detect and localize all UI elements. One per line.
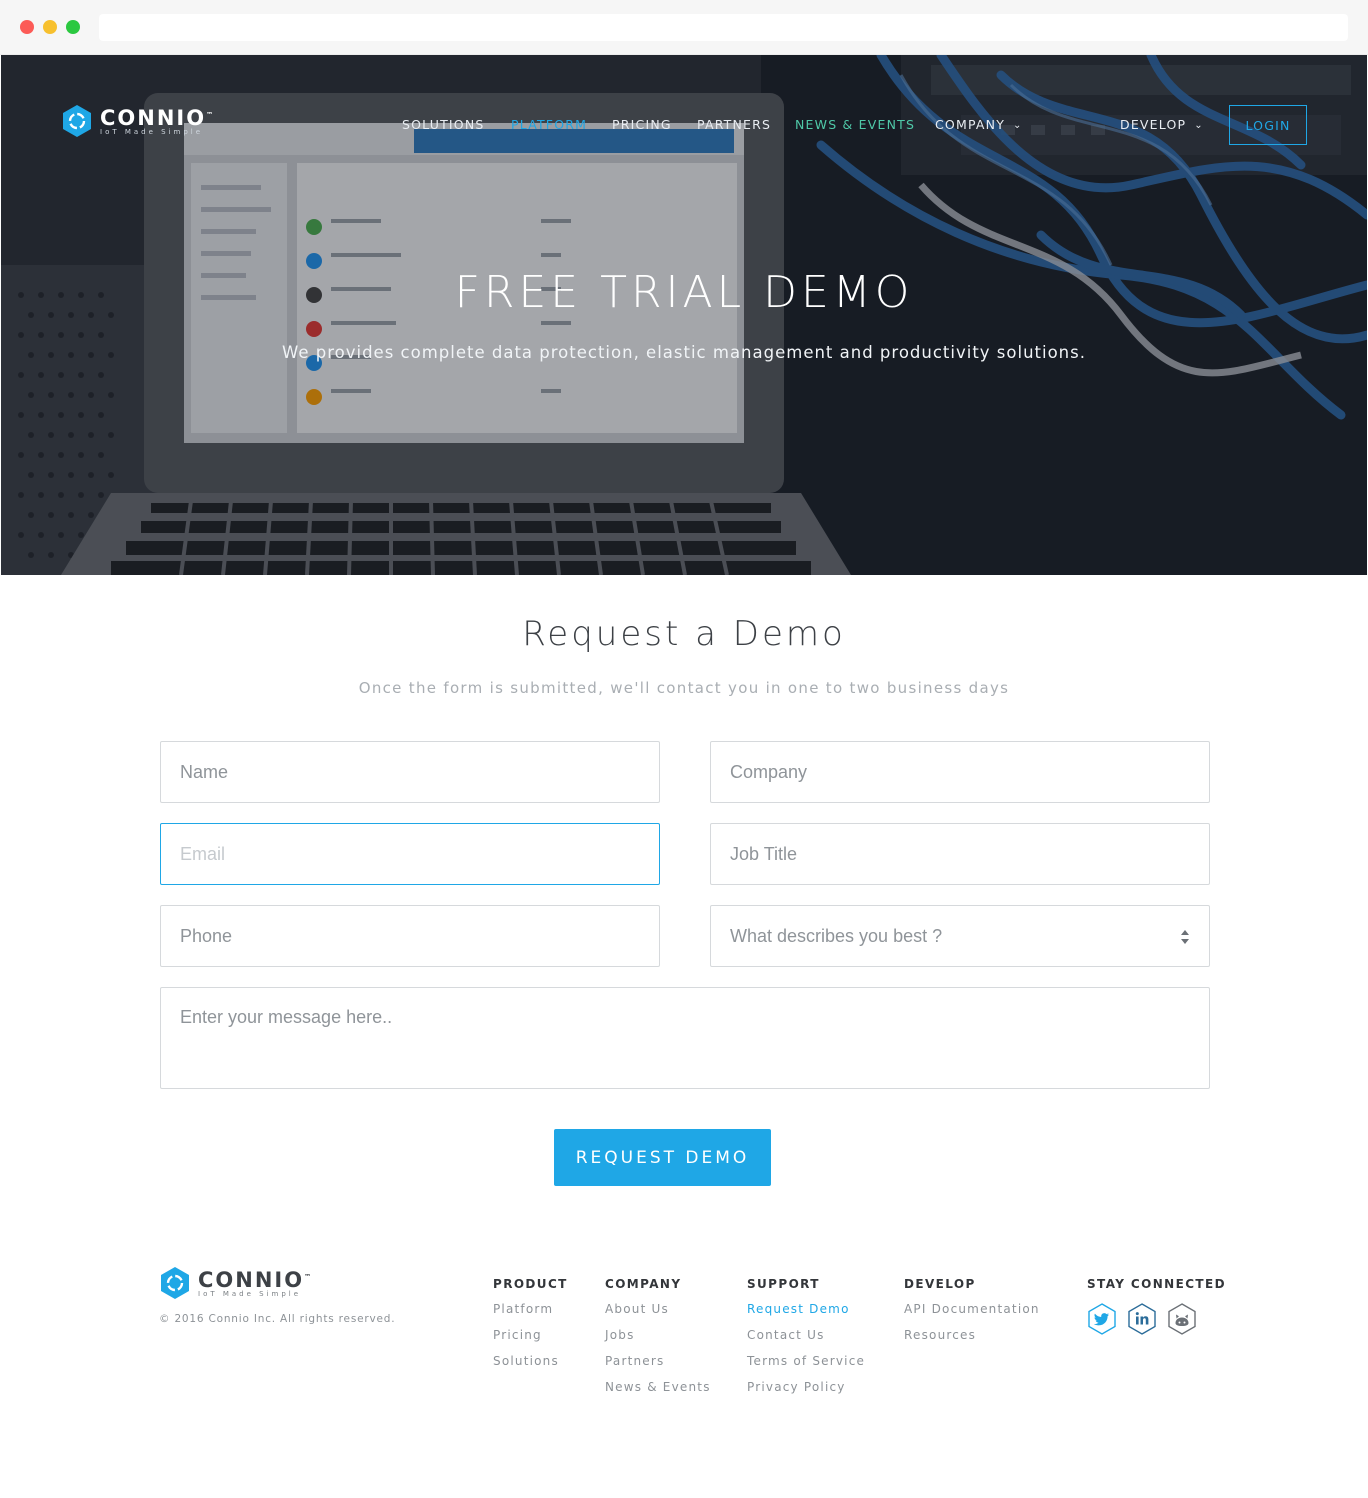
nav-platform[interactable]: PLATFORM [511, 117, 587, 132]
brand-name: CONNIO [100, 106, 207, 130]
footer-link-jobs[interactable]: Jobs [605, 1328, 711, 1354]
phone-input[interactable] [161, 906, 659, 966]
form-title: Request a Demo [522, 614, 846, 654]
nav-partners[interactable]: PARTNERS [697, 117, 771, 132]
message-textarea[interactable] [161, 988, 1209, 1088]
footer-heading-support: SUPPORT [747, 1277, 820, 1291]
close-window-dot[interactable] [20, 20, 34, 34]
footer-brand-trademark: ™ [304, 1273, 314, 1281]
describe-select[interactable]: What describes you best ? [710, 905, 1210, 967]
form-subtitle: Once the form is submitted, we'll contac… [358, 679, 1010, 697]
footer-link-pricing[interactable]: Pricing [493, 1328, 568, 1354]
footer-column-develop: DEVELOP API Documentation Resources [904, 1277, 1040, 1354]
footer-column-support: SUPPORT Request Demo Contact Us Terms of… [747, 1277, 865, 1406]
footer-link-privacy-policy[interactable]: Privacy Policy [747, 1380, 865, 1406]
nav-develop[interactable]: DEVELOP ⌄ [1120, 117, 1204, 132]
select-arrows-icon [1181, 930, 1189, 944]
nav-pricing[interactable]: PRICING [612, 117, 672, 132]
connio-logo-icon [161, 1267, 189, 1299]
footer-link-platform[interactable]: Platform [493, 1302, 568, 1328]
footer-link-partners[interactable]: Partners [605, 1354, 711, 1380]
nav-news-events[interactable]: NEWS & EVENTS [795, 117, 915, 132]
job-title-field [710, 823, 1210, 885]
maximize-window-dot[interactable] [66, 20, 80, 34]
footer-heading-company: COMPANY [605, 1277, 682, 1291]
footer-heading-product: PRODUCT [493, 1277, 568, 1291]
name-input[interactable] [161, 742, 659, 802]
github-icon[interactable] [1166, 1303, 1198, 1335]
footer-link-request-demo[interactable]: Request Demo [747, 1302, 865, 1328]
address-bar[interactable] [99, 14, 1348, 41]
phone-field [160, 905, 660, 967]
nav-develop-label: DEVELOP [1120, 117, 1187, 132]
footer-column-social: STAY CONNECTED [1087, 1277, 1226, 1302]
name-field [160, 741, 660, 803]
message-field [160, 987, 1210, 1089]
email-field [160, 823, 660, 885]
footer-column-company: COMPANY About Us Jobs Partners News & Ev… [605, 1277, 711, 1406]
footer-link-resources[interactable]: Resources [904, 1328, 1040, 1354]
company-input[interactable] [711, 742, 1209, 802]
email-input[interactable] [161, 824, 659, 884]
browser-chrome [0, 0, 1368, 55]
footer-heading-develop: DEVELOP [904, 1277, 976, 1291]
hero-subtitle: We provides complete data protection, el… [282, 343, 1086, 362]
chevron-down-icon: ⌄ [1194, 120, 1204, 131]
copyright-text: © 2016 Connio Inc. All rights reserved. [159, 1313, 396, 1325]
login-button[interactable]: LOGIN [1229, 105, 1307, 145]
request-demo-button[interactable]: REQUEST DEMO [554, 1129, 771, 1186]
footer-link-about-us[interactable]: About Us [605, 1302, 711, 1328]
footer-link-api-documentation[interactable]: API Documentation [904, 1302, 1040, 1328]
footer-link-solutions[interactable]: Solutions [493, 1354, 568, 1380]
minimize-window-dot[interactable] [43, 20, 57, 34]
footer-link-contact-us[interactable]: Contact Us [747, 1328, 865, 1354]
brand-tagline: IoT Made Simple [100, 128, 204, 136]
job-title-input[interactable] [711, 824, 1209, 884]
chevron-down-icon: ⌄ [1013, 120, 1023, 131]
nav-solutions[interactable]: SOLUTIONS [402, 117, 485, 132]
nav-company[interactable]: COMPANY ⌄ [935, 117, 1023, 132]
footer-heading-stay-connected: STAY CONNECTED [1087, 1277, 1226, 1291]
footer-link-terms-of-service[interactable]: Terms of Service [747, 1354, 865, 1380]
company-field [710, 741, 1210, 803]
describe-select-value: What describes you best ? [730, 925, 943, 946]
footer-brand-name: CONNIO [198, 1268, 305, 1292]
footer-column-product: PRODUCT Platform Pricing Solutions [493, 1277, 568, 1380]
hero-title: FREE TRIAL DEMO [454, 267, 914, 318]
footer-link-news-events[interactable]: News & Events [605, 1380, 711, 1406]
footer-logo[interactable]: CONNIO™ IoT Made Simple [158, 1266, 313, 1300]
brand-trademark: ™ [206, 111, 216, 119]
nav-company-label: COMPANY [935, 117, 1006, 132]
connio-logo-icon [63, 105, 91, 137]
header-logo[interactable]: CONNIO™ IoT Made Simple [60, 104, 215, 138]
linkedin-icon[interactable] [1126, 1303, 1158, 1335]
footer-brand-tagline: IoT Made Simple [198, 1290, 302, 1298]
twitter-icon[interactable] [1086, 1303, 1118, 1335]
